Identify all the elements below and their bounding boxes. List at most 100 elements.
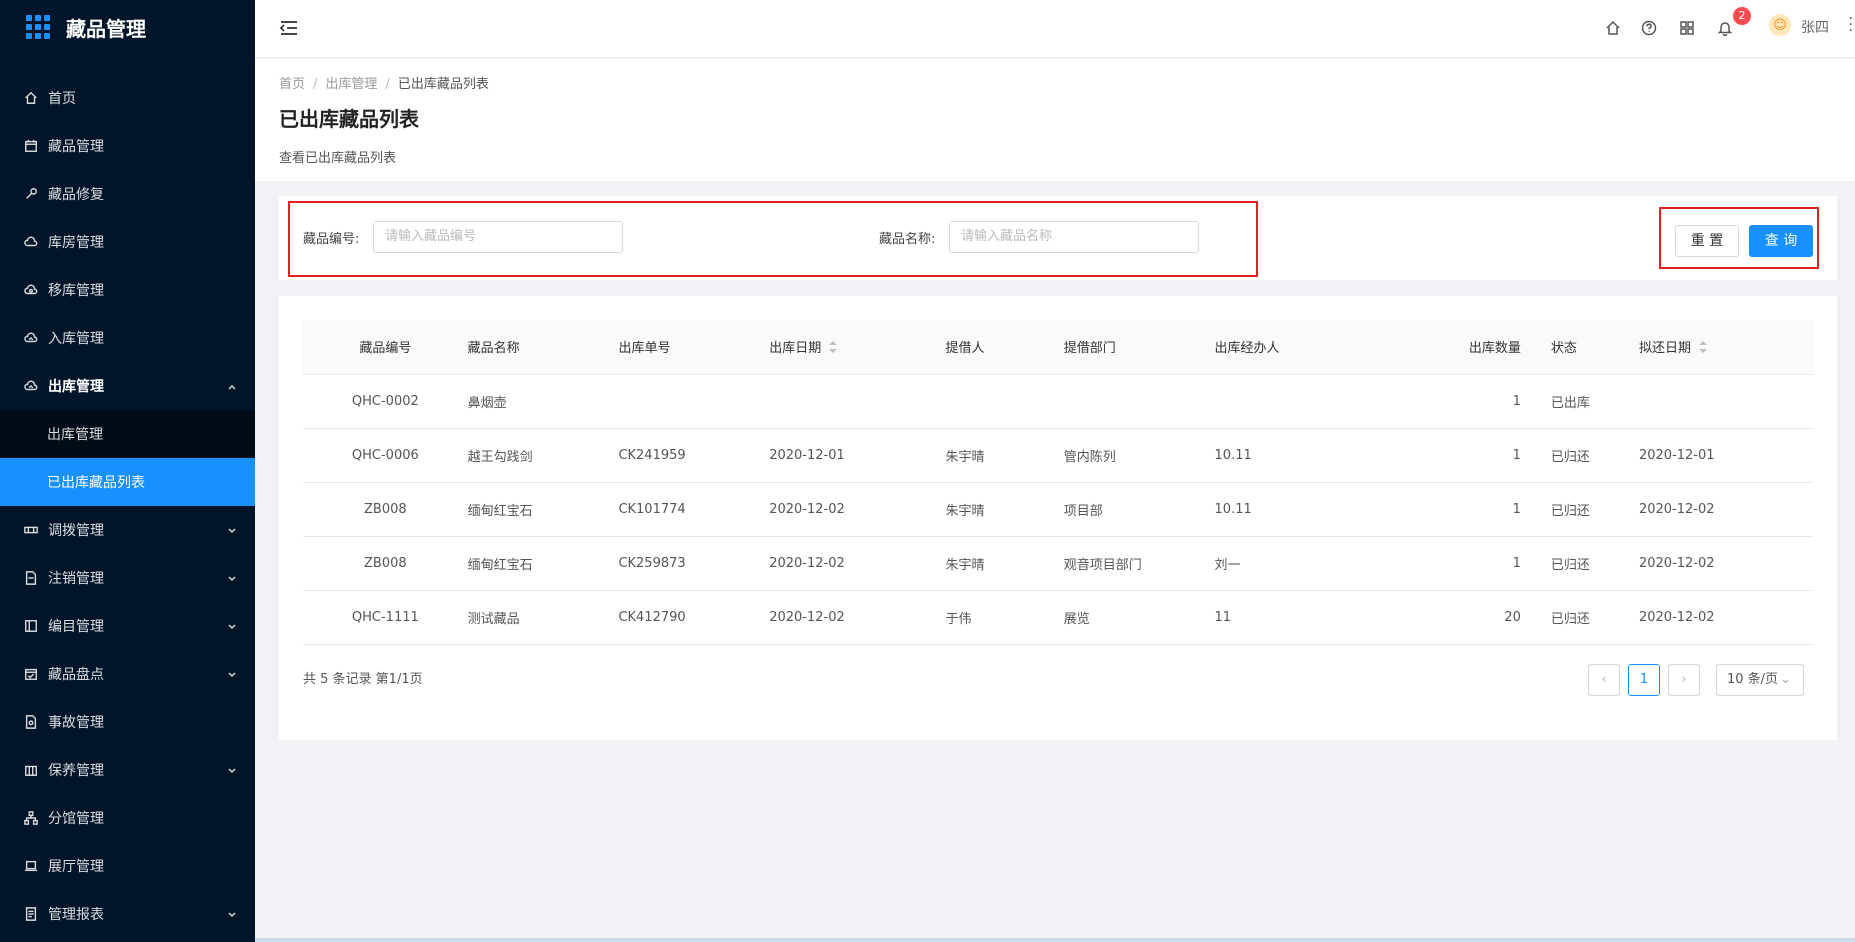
- sidebar-item-label: 保养管理: [48, 763, 104, 779]
- column-header: 提借人: [945, 320, 1064, 375]
- sidebar-item-label: 库房管理: [48, 235, 104, 251]
- submenu-item-0[interactable]: 出库管理: [0, 410, 255, 458]
- sidebar-item-7[interactable]: 调拨管理: [0, 506, 255, 554]
- sidebar-item-15[interactable]: 管理报表: [0, 890, 255, 938]
- next-page-button[interactable]: ›: [1668, 664, 1700, 696]
- laptop-icon: [24, 859, 38, 873]
- column-header: 状态: [1550, 320, 1639, 375]
- sidebar-item-5[interactable]: 入库管理: [0, 314, 255, 362]
- book-icon: [24, 619, 38, 633]
- table-cell: QHC-1111: [303, 590, 468, 645]
- breadcrumb: 首页 / 出库管理 / 已出库藏品列表: [279, 77, 489, 92]
- table-row[interactable]: ZB008 缅甸红宝石 CK101774 2020-12-02 朱宇晴 项目部 10.11 1…: [303, 482, 1813, 537]
- submenu-outbound: 出库管理 已出库藏品列表: [0, 410, 255, 506]
- prev-page-button[interactable]: ‹: [1588, 664, 1620, 696]
- query-button[interactable]: 查 询: [1749, 225, 1813, 257]
- menu-fold-icon[interactable]: [279, 18, 299, 38]
- column-header-label: 拟还日期: [1638, 341, 1691, 356]
- sidebar-item-2[interactable]: 藏品修复: [0, 170, 255, 218]
- chevron-down-icon: [227, 668, 236, 678]
- home-icon[interactable]: [1605, 20, 1621, 36]
- page-1-button[interactable]: 1: [1628, 664, 1660, 696]
- submenu-item-1[interactable]: 已出库藏品列表: [0, 458, 255, 506]
- bottom-scrollbar[interactable]: [255, 938, 1855, 942]
- table-cell: 管内陈列: [1063, 428, 1215, 483]
- column-header-label: 藏品名称: [467, 341, 520, 357]
- chevron-down-icon: [227, 524, 236, 534]
- sidebar-item-label: 注销管理: [48, 571, 104, 587]
- breadcrumb-outbound[interactable]: 出库管理: [325, 77, 377, 92]
- page-size-select[interactable]: 10 条/页 ⌄: [1716, 664, 1804, 696]
- name-label: 藏品名称:: [879, 232, 936, 247]
- page-size-value: 10 条/页: [1727, 672, 1779, 687]
- app-grid-icon: [26, 15, 50, 39]
- username[interactable]: 张四: [1801, 17, 1829, 37]
- wrench-icon: [24, 187, 38, 201]
- table-row[interactable]: ZB008 缅甸红宝石 CK259873 2020-12-02 朱宇晴 观音项目部门 刘一 1…: [303, 536, 1813, 591]
- sidebar-item-9[interactable]: 编目管理: [0, 602, 255, 650]
- table-cell: 10.11: [1214, 428, 1389, 483]
- sidebar-item-3[interactable]: 库房管理: [0, 218, 255, 266]
- calendar-icon: [24, 139, 38, 153]
- chevron-down-icon: ⌄: [1780, 672, 1791, 687]
- column-header[interactable]: 拟还日期: [1638, 320, 1813, 375]
- sidebar-item-0[interactable]: 首页: [0, 74, 255, 122]
- chevron-down-icon: [227, 908, 236, 918]
- sidebar-item-10[interactable]: 藏品盘点: [0, 650, 255, 698]
- name-input[interactable]: 请输入藏品名称: [949, 221, 1199, 253]
- sidebar-item-11[interactable]: 事故管理: [0, 698, 255, 746]
- table-cell: 朱宇晴: [945, 428, 1064, 483]
- bell-icon[interactable]: [1717, 20, 1733, 37]
- code-input[interactable]: 请输入藏品编号: [373, 221, 623, 253]
- table-row[interactable]: QHC-0002 鼻烟壶 1 已出库: [303, 374, 1813, 429]
- table-cell: 测试藏品: [467, 590, 619, 645]
- sidebar-item-1[interactable]: 藏品管理: [0, 122, 255, 170]
- column-header-label: 出库经办人: [1214, 341, 1280, 357]
- table-cell: 2020-12-02: [769, 536, 946, 591]
- cloud-sync-icon: [24, 283, 38, 297]
- more-vertical-icon[interactable]: · · ·: [1849, 12, 1853, 38]
- table-cell: 1: [1388, 482, 1551, 537]
- sidebar-item-13[interactable]: 分馆管理: [0, 794, 255, 842]
- table-cell: 于伟: [945, 590, 1064, 645]
- table-cell: 朱宇晴: [945, 482, 1064, 537]
- home-icon: [24, 91, 38, 105]
- table-card: 藏品编号 藏品名称 出库单号 出库日期 提借人 提借部门 出库经办人 出库数量 状态 拟还日期 Q…: [279, 296, 1837, 740]
- sidebar-item-8[interactable]: 注销管理: [0, 554, 255, 602]
- column-header[interactable]: 出库日期: [769, 320, 946, 375]
- sidebar-item-label: 展厅管理: [48, 859, 104, 875]
- sidebar-item-label: 调拨管理: [48, 523, 104, 539]
- table-cell: 2020-12-01: [1638, 428, 1813, 483]
- outbound-table: 藏品编号 藏品名称 出库单号 出库日期 提借人 提借部门 出库经办人 出库数量 状态 拟还日期 Q…: [303, 320, 1813, 645]
- column-header: 藏品编号: [303, 320, 468, 375]
- sidebar-item-label: 藏品修复: [48, 187, 104, 203]
- file-search-icon: [24, 715, 38, 729]
- sidebar-item-4[interactable]: 移库管理: [0, 266, 255, 314]
- table-cell: [618, 374, 770, 429]
- sidebar-item-label: 移库管理: [48, 283, 104, 299]
- table-cell: 10.11: [1214, 482, 1389, 537]
- sort-icon[interactable]: [1699, 340, 1707, 357]
- search-form: 藏品编号: 请输入藏品编号 藏品名称: 请输入藏品名称 重 置 查 询: [279, 196, 1837, 280]
- sort-icon[interactable]: [829, 340, 838, 357]
- avatar[interactable]: ☺: [1769, 14, 1791, 36]
- cloud-upload-icon: [24, 379, 38, 393]
- table-cell: 缅甸红宝石: [467, 482, 619, 537]
- sidebar-item-14[interactable]: 展厅管理: [0, 842, 255, 890]
- table-row[interactable]: QHC-0006 越王勾践剑 CK241959 2020-12-01 朱宇晴 管内陈列 10…: [303, 428, 1813, 483]
- table-cell: 1: [1388, 428, 1551, 483]
- sidebar-item-12[interactable]: 保养管理: [0, 746, 255, 794]
- sidebar-item-6[interactable]: 出库管理: [0, 362, 255, 410]
- column-header: 出库单号: [618, 320, 770, 375]
- apps-icon[interactable]: [1679, 20, 1695, 36]
- help-icon[interactable]: [1641, 20, 1657, 36]
- reset-button[interactable]: 重 置: [1675, 225, 1739, 257]
- breadcrumb-home[interactable]: 首页: [279, 77, 305, 92]
- table-row[interactable]: QHC-1111 测试藏品 CK412790 2020-12-02 于伟 展览 11 20 已归…: [303, 590, 1813, 645]
- table-cell: 1: [1388, 536, 1551, 591]
- table-cell: [1063, 374, 1215, 429]
- table-cell: 2020-12-02: [769, 590, 946, 645]
- table-cell: [945, 374, 1064, 429]
- cloud-upload-icon: [24, 331, 38, 345]
- exchange-icon: [24, 523, 38, 537]
